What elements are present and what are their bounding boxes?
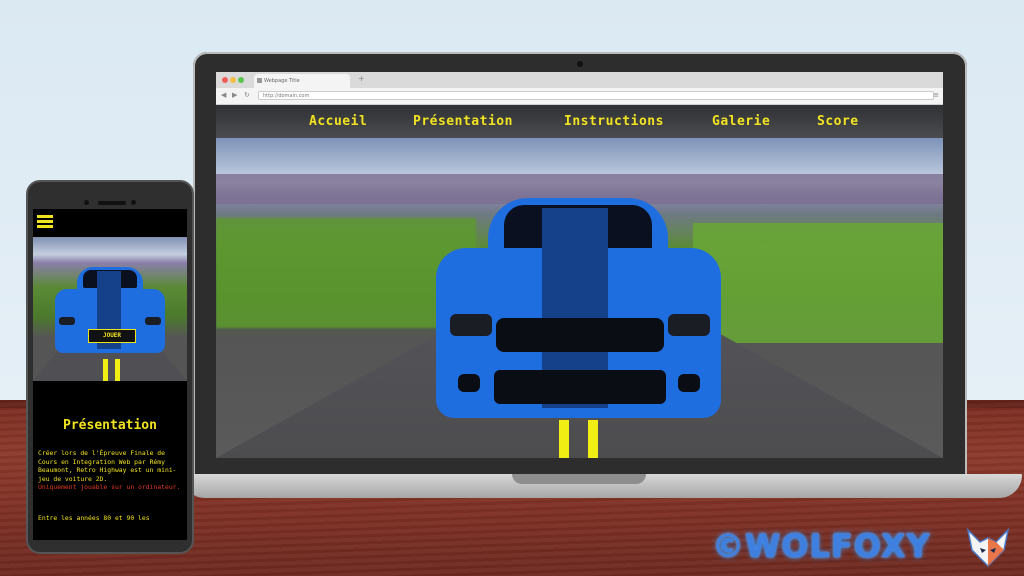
phone-camera-icon xyxy=(84,200,89,205)
maximize-window-icon[interactable] xyxy=(238,77,244,83)
watermark-text: ©WOLFOXY xyxy=(712,527,931,565)
laptop-screen: Webpage Title + ◀ ▶ ↻ http://domain.com … xyxy=(216,72,943,458)
browser-tab[interactable]: Webpage Title xyxy=(254,74,350,88)
minimize-window-icon[interactable] xyxy=(230,77,236,83)
desktop-only-warning: Uniquement jouable sur un ordinateur. xyxy=(38,483,181,491)
section-title: Présentation xyxy=(63,418,157,433)
reload-icon[interactable]: ↻ xyxy=(244,91,250,99)
phone-screen: JOUER Présentation Créer lors de l'Épreu… xyxy=(33,209,187,540)
site-navigation: Accueil Présentation Instructions Galeri… xyxy=(216,105,943,138)
laptop-opening-notch xyxy=(512,474,646,484)
history-paragraph: Entre les années 80 et 90 les xyxy=(38,514,150,522)
laptop-camera-icon xyxy=(577,61,583,67)
nav-score[interactable]: Score xyxy=(817,114,859,129)
browser-menu-icon[interactable]: ≡ xyxy=(933,91,939,99)
forward-arrow-icon[interactable]: ▶ xyxy=(232,91,237,99)
url-input[interactable]: http://domain.com xyxy=(258,91,934,100)
phone-sensor xyxy=(131,200,136,205)
back-arrow-icon[interactable]: ◀ xyxy=(221,91,226,99)
play-button[interactable]: JOUER xyxy=(88,329,136,343)
mobile-road-line-right xyxy=(115,359,120,381)
road-line-left xyxy=(559,420,569,458)
nav-galerie[interactable]: Galerie xyxy=(712,114,770,129)
fox-logo-icon xyxy=(966,527,1010,568)
browser-tab-bar: Webpage Title + xyxy=(216,72,943,88)
nav-accueil[interactable]: Accueil xyxy=(309,114,367,129)
mobile-road-line-left xyxy=(103,359,108,381)
nav-instructions[interactable]: Instructions xyxy=(564,114,664,129)
hero-banner xyxy=(216,138,943,458)
browser-address-bar: ◀ ▶ ↻ http://domain.com ≡ xyxy=(216,88,943,105)
grass-right xyxy=(693,223,943,343)
nav-presentation[interactable]: Présentation xyxy=(413,114,513,129)
mobile-hero-image: JOUER xyxy=(33,237,187,381)
presentation-paragraph: Créer lors de l'Épreuve Finale de Cours … xyxy=(38,449,177,483)
phone-speaker xyxy=(98,201,126,205)
favicon-icon xyxy=(257,78,262,83)
new-tab-button[interactable]: + xyxy=(358,74,365,83)
browser-tab-title: Webpage Title xyxy=(264,78,300,84)
hamburger-menu-icon[interactable] xyxy=(37,215,53,229)
road-line-right xyxy=(588,420,598,458)
close-window-icon[interactable] xyxy=(222,77,228,83)
